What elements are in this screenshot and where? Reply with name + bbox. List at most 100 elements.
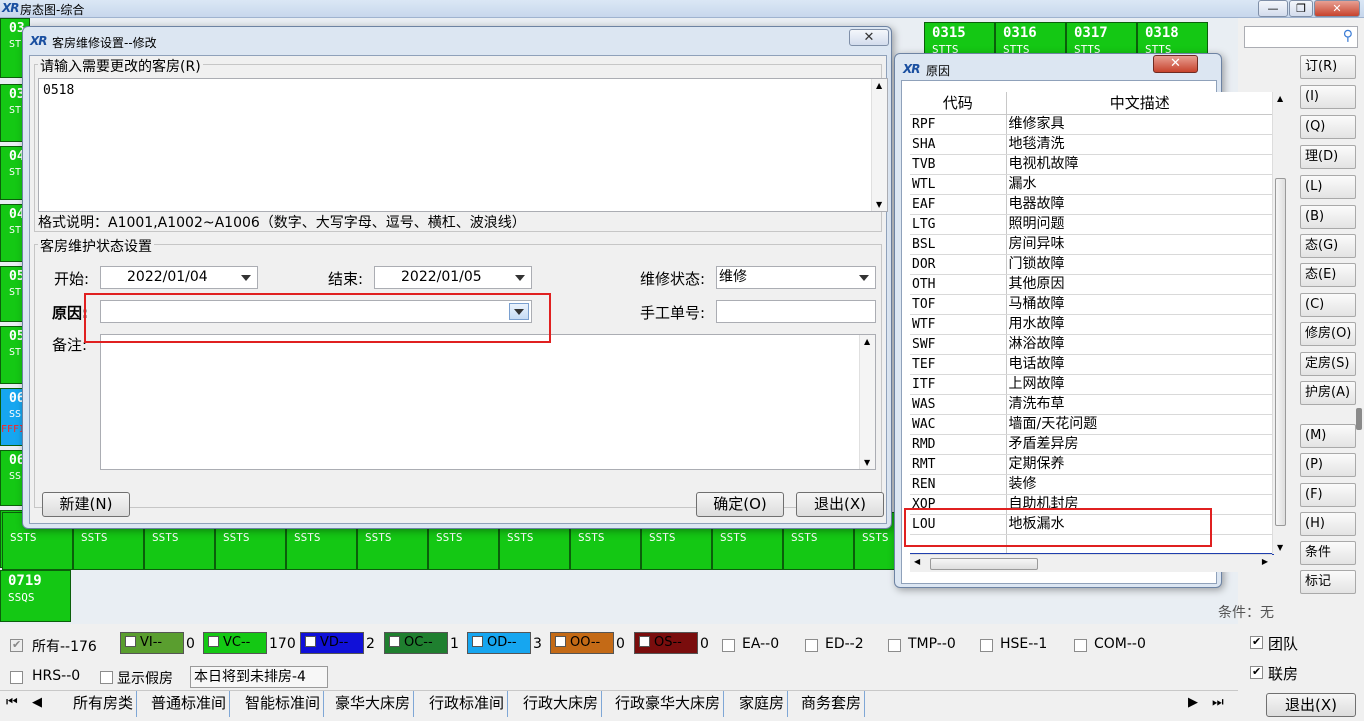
scroll-up-icon[interactable]: ▲ <box>864 337 870 346</box>
new-button[interactable]: 新建(N) <box>42 492 130 517</box>
tab-room-type[interactable]: 行政豪华大床房 <box>612 691 725 717</box>
remark-textarea[interactable]: ▲ ▼ <box>100 334 876 470</box>
start-date-picker[interactable]: 2022/01/04 <box>100 266 258 289</box>
reason-row[interactable]: WTL 漏水 <box>910 174 1274 195</box>
side-button[interactable]: (P) <box>1300 453 1356 477</box>
side-button[interactable]: 标记 <box>1300 570 1356 594</box>
side-button[interactable]: (L) <box>1300 175 1356 199</box>
repair-status-select[interactable]: 维修 <box>716 266 876 289</box>
search-icon[interactable]: ⚲ <box>1343 28 1353 44</box>
reason-row[interactable]: SHA 地毯清洗 <box>910 134 1274 155</box>
side-button[interactable]: (C) <box>1300 293 1356 317</box>
scroll-down-icon[interactable]: ▼ <box>876 200 882 209</box>
tab-room-type[interactable]: 行政大床房 <box>520 691 603 717</box>
reason-row[interactable]: DOR 门锁故障 <box>910 254 1274 275</box>
side-button[interactable]: (M) <box>1300 424 1356 448</box>
reason-row[interactable]: WTF 用水故障 <box>910 314 1274 335</box>
swatch-checkbox[interactable] <box>389 636 400 647</box>
side-button[interactable]: 修房(O) <box>1300 322 1356 346</box>
reason-row[interactable]: WAC 墙面/天花问题 <box>910 414 1274 435</box>
desc-column-header[interactable]: 中文描述 <box>1006 92 1274 115</box>
rooms-textarea[interactable]: 0518 ▲ ▼ <box>38 78 888 212</box>
last-page-icon[interactable]: ⏭ <box>1212 695 1224 710</box>
linked-checkbox[interactable]: ✔ <box>1250 665 1263 679</box>
reason-hscrollbar[interactable]: ◀ ▶ <box>910 554 1272 572</box>
reason-row[interactable]: REN 装修 <box>910 474 1274 495</box>
tab-room-type[interactable]: 行政标准间 <box>426 691 509 717</box>
remark-scrollbar[interactable]: ▲ ▼ <box>859 335 875 469</box>
first-page-icon[interactable]: ⏮ <box>6 695 18 710</box>
panel-splitter-handle[interactable] <box>1356 408 1362 430</box>
scroll-up-icon[interactable]: ▲ <box>876 81 882 90</box>
room-cell[interactable]: 0719 SSQS <box>0 570 71 622</box>
status-swatch[interactable]: OS-- <box>634 632 698 654</box>
swatch-checkbox[interactable] <box>305 636 316 647</box>
scroll-down-icon[interactable]: ▼ <box>1277 543 1283 552</box>
tab-room-type[interactable]: 智能标准间 <box>242 691 325 717</box>
side-button[interactable]: 订(R) <box>1300 55 1356 79</box>
status-checkbox[interactable] <box>722 639 735 652</box>
status-checkbox[interactable] <box>980 639 993 652</box>
reason-row[interactable]: OTH 其他原因 <box>910 274 1274 295</box>
swatch-checkbox[interactable] <box>125 636 136 647</box>
team-checkbox[interactable]: ✔ <box>1250 635 1263 649</box>
tab-room-type[interactable]: 商务套房 <box>798 691 866 717</box>
tab-room-type[interactable]: 家庭房 <box>736 691 789 717</box>
dialog-close-button[interactable]: ✕ <box>849 29 889 46</box>
scroll-down-icon[interactable]: ▼ <box>864 458 870 467</box>
reason-row[interactable]: TEF 电话故障 <box>910 354 1274 375</box>
ok-button[interactable]: 确定(O) <box>696 492 784 517</box>
reason-row[interactable]: LTG 照明问题 <box>910 214 1274 235</box>
reason-row[interactable]: TVB 电视机故障 <box>910 154 1274 175</box>
side-button[interactable]: 护房(A) <box>1300 381 1356 405</box>
side-button[interactable]: (B) <box>1300 205 1356 229</box>
app-close-button[interactable]: ✕ <box>1314 0 1360 17</box>
reason-row[interactable]: ITF 上网故障 <box>910 374 1274 395</box>
exit-button[interactable]: 退出(X) <box>796 492 884 517</box>
reason-hscroll-thumb[interactable] <box>930 558 1038 570</box>
minimize-button[interactable]: — <box>1258 0 1288 17</box>
side-button[interactable]: (Q) <box>1300 115 1356 139</box>
code-column-header[interactable]: 代码 <box>910 92 1007 115</box>
reason-row[interactable]: SWF 淋浴故障 <box>910 334 1274 355</box>
side-button[interactable]: (F) <box>1300 483 1356 507</box>
reason-row[interactable]: EAF 电器故障 <box>910 194 1274 215</box>
swatch-checkbox[interactable] <box>639 636 650 647</box>
scroll-right-icon[interactable]: ▶ <box>1262 557 1268 566</box>
side-button[interactable]: 定房(S) <box>1300 352 1356 376</box>
side-button[interactable]: 态(E) <box>1300 263 1356 287</box>
status-swatch[interactable]: OC-- <box>384 632 448 654</box>
side-button[interactable]: (I) <box>1300 85 1356 109</box>
tab-room-type[interactable]: 普通标准间 <box>148 691 231 717</box>
reason-row[interactable]: RMD 矛盾差异房 <box>910 434 1274 455</box>
hrs-checkbox[interactable] <box>10 671 23 684</box>
status-swatch[interactable]: OO-- <box>550 632 614 654</box>
side-button[interactable]: 理(D) <box>1300 145 1356 169</box>
end-date-picker[interactable]: 2022/01/05 <box>374 266 532 289</box>
search-input[interactable]: ⚲ <box>1244 26 1358 48</box>
reason-row[interactable]: TOF 马桶故障 <box>910 294 1274 315</box>
reason-dialog-close-button[interactable]: ✕ <box>1153 55 1198 73</box>
tab-room-type[interactable]: 所有房类 <box>70 691 138 717</box>
all-checkbox[interactable]: ✔ <box>10 638 23 652</box>
reason-vscrollbar[interactable]: ▲ ▼ <box>1272 92 1288 554</box>
status-swatch[interactable]: OD-- <box>467 632 531 654</box>
side-button[interactable]: 条件 <box>1300 541 1356 565</box>
status-swatch[interactable]: VI-- <box>120 632 184 654</box>
show-fake-checkbox[interactable] <box>100 671 113 684</box>
swatch-checkbox[interactable] <box>208 636 219 647</box>
scroll-left-icon[interactable]: ◀ <box>914 557 920 566</box>
side-button[interactable]: (H) <box>1300 512 1356 536</box>
tab-room-type[interactable]: 豪华大床房 <box>332 691 415 717</box>
swatch-checkbox[interactable] <box>472 636 483 647</box>
status-swatch[interactable]: VC-- <box>203 632 267 654</box>
next-page-icon[interactable]: ▶ <box>1188 695 1198 710</box>
manual-no-input[interactable] <box>716 300 876 323</box>
status-swatch[interactable]: VD-- <box>300 632 364 654</box>
status-checkbox[interactable] <box>1074 639 1087 652</box>
side-button[interactable]: 态(G) <box>1300 234 1356 258</box>
scroll-up-icon[interactable]: ▲ <box>1277 94 1283 103</box>
rooms-scrollbar[interactable]: ▲ ▼ <box>871 79 887 211</box>
reason-row[interactable]: WAS 清洗布草 <box>910 394 1274 415</box>
reason-scroll-thumb[interactable] <box>1275 178 1286 526</box>
